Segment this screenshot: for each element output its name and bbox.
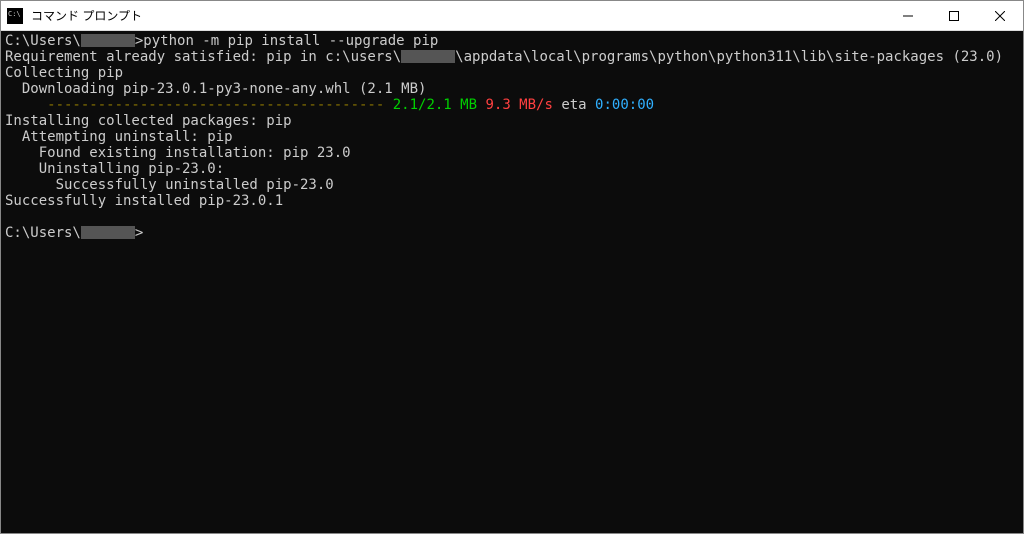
output-line: Attempting uninstall: pip: [5, 129, 233, 145]
close-button[interactable]: [977, 1, 1023, 30]
maximize-icon: [949, 11, 959, 21]
output-line: Found existing installation: pip 23.0: [5, 145, 351, 161]
minimize-button[interactable]: [885, 1, 931, 30]
progress-speed: 9.3 MB/s: [477, 97, 553, 113]
progress-eta: 0:00:00: [595, 97, 654, 113]
prompt-delimiter: >: [135, 225, 143, 241]
prompt-path: C:\Users\: [5, 225, 81, 241]
maximize-button[interactable]: [931, 1, 977, 30]
output-line: Successfully uninstalled pip-23.0: [5, 177, 334, 193]
progress-size: 2.1/2.1 MB: [393, 97, 477, 113]
output-line: Requirement already satisfied: pip in c:…: [5, 49, 1003, 65]
progress-bar: ----------------------------------------: [5, 97, 393, 113]
prompt-line: C:\Users\>python -m pip install --upgrad…: [5, 33, 438, 49]
output-line: Uninstalling pip-23.0:: [5, 161, 224, 177]
output-line: Installing collected packages: pip: [5, 113, 292, 129]
redacted-username: [401, 50, 455, 63]
prompt-line: C:\Users\ >: [5, 225, 143, 241]
window-controls: [885, 1, 1023, 30]
command-prompt-window: コマンド プロンプト C:\Users\ > python -m pip insta…: [0, 0, 1024, 534]
close-icon: [995, 11, 1005, 21]
titlebar[interactable]: コマンド プロンプト: [1, 1, 1023, 31]
cmd-icon: [7, 8, 23, 24]
command-text: python -m pip install --upgrade pip: [143, 33, 438, 49]
output-line: Downloading pip-23.0.1-py3-none-any.whl …: [5, 81, 426, 97]
output-line: Successfully installed pip-23.0.1: [5, 193, 283, 209]
progress-eta-label: eta: [553, 97, 595, 113]
redacted-username: [81, 34, 135, 47]
prompt-path: C:\Users\: [5, 33, 81, 49]
window-title: コマンド プロンプト: [29, 7, 885, 24]
progress-line: ----------------------------------------…: [5, 97, 654, 113]
terminal-output[interactable]: C:\Users\ > python -m pip install --upgrad…: [1, 31, 1023, 533]
output-line: Collecting pip: [5, 65, 123, 81]
minimize-icon: [903, 11, 913, 21]
redacted-username: [81, 226, 135, 239]
